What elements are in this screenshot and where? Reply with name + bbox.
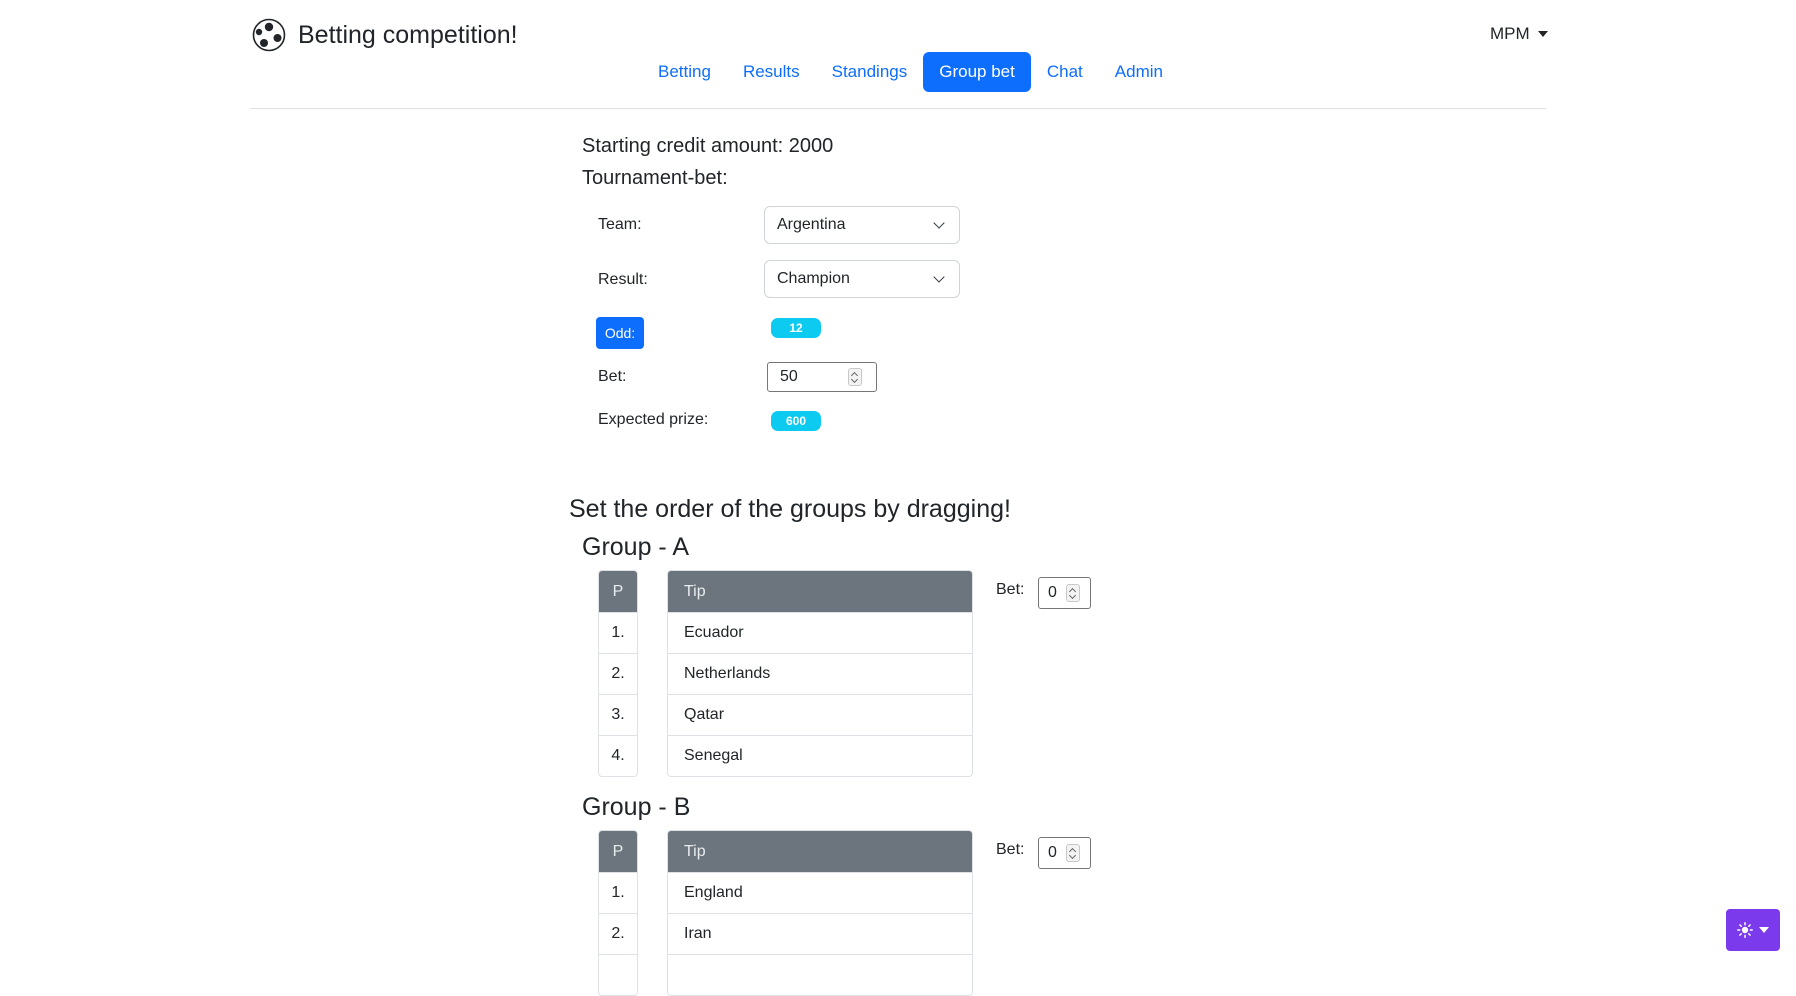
group-b-title: Group - B [582, 793, 691, 821]
team-select-value: Argentina [777, 216, 846, 233]
draggable-team-row[interactable]: Senegal [668, 735, 972, 776]
nav-standings[interactable]: Standings [816, 52, 924, 92]
tournament-bet-value: 50 [780, 368, 798, 385]
group-b-bet-input[interactable]: 0 [1038, 837, 1091, 869]
user-name: MPM [1490, 24, 1530, 43]
header-divider [250, 108, 1546, 109]
draggable-team-row[interactable]: England [668, 872, 972, 913]
group-a-bet-input[interactable]: 0 [1038, 577, 1091, 609]
app-title: Betting competition! [298, 20, 518, 49]
position-header: P [599, 831, 637, 872]
user-menu-dropdown[interactable]: MPM [1490, 24, 1548, 44]
nav-chat[interactable]: Chat [1031, 52, 1099, 92]
theme-toggle-button[interactable] [1726, 909, 1780, 951]
draggable-team-row[interactable]: Qatar [668, 694, 972, 735]
group-a-tip-table: Tip Ecuador Netherlands Qatar Senegal [667, 570, 973, 777]
brand[interactable]: Betting competition! [252, 18, 518, 52]
group-b-position-table: P 1. 2. [598, 830, 638, 996]
nav-betting[interactable]: Betting [642, 52, 727, 92]
soccer-ball-icon [252, 18, 286, 52]
result-label: Result: [598, 271, 648, 288]
draggable-team-row[interactable] [668, 954, 972, 995]
chevron-down-icon [933, 271, 945, 283]
spinner-icon[interactable] [1066, 584, 1080, 602]
team-select[interactable]: Argentina [764, 206, 960, 244]
expected-prize-label: Expected prize: [598, 411, 709, 428]
expected-prize-badge: 600 [771, 411, 821, 431]
position-cell: 3. [599, 694, 637, 735]
sun-icon [1737, 922, 1753, 938]
group-b-bet-label: Bet: [996, 841, 1025, 858]
position-cell: 2. [599, 913, 637, 954]
draggable-team-row[interactable]: Netherlands [668, 653, 972, 694]
result-select[interactable]: Champion [764, 260, 960, 298]
odd-badge: 12 [771, 318, 821, 338]
spinner-icon[interactable] [848, 368, 862, 386]
starting-credit: Starting credit amount: 2000 [582, 135, 834, 157]
odd-button[interactable]: Odd: [596, 317, 644, 349]
team-label: Team: [598, 216, 642, 233]
caret-down-icon [1537, 31, 1548, 37]
result-select-value: Champion [777, 270, 850, 287]
bet-label: Bet: [598, 368, 627, 385]
nav-group-bet[interactable]: Group bet [923, 52, 1031, 92]
group-b-tip-table: Tip England Iran [667, 830, 973, 996]
position-cell: 4. [599, 735, 637, 776]
position-header: P [599, 571, 637, 612]
caret-down-icon [1759, 927, 1769, 933]
position-cell [599, 954, 637, 995]
group-a-bet-value: 0 [1048, 584, 1057, 601]
tip-header: Tip [668, 831, 972, 872]
nav-results[interactable]: Results [727, 52, 816, 92]
draggable-team-row[interactable]: Ecuador [668, 612, 972, 653]
chevron-down-icon [933, 217, 945, 229]
group-a-bet-label: Bet: [996, 581, 1025, 598]
tournament-bet-heading: Tournament-bet: [582, 167, 728, 189]
groups-section-title: Set the order of the groups by dragging! [569, 495, 1011, 523]
position-cell: 1. [599, 612, 637, 653]
tournament-bet-input[interactable]: 50 [767, 362, 877, 392]
nav-admin[interactable]: Admin [1099, 52, 1179, 92]
group-a-title: Group - A [582, 533, 689, 561]
group-b-bet-value: 0 [1048, 844, 1057, 861]
tip-header: Tip [668, 571, 972, 612]
position-cell: 1. [599, 872, 637, 913]
group-a-position-table: P 1. 2. 3. 4. [598, 570, 638, 777]
spinner-icon[interactable] [1066, 844, 1080, 862]
draggable-team-row[interactable]: Iran [668, 913, 972, 954]
position-cell: 2. [599, 653, 637, 694]
main-nav: Betting Results Standings Group bet Chat… [642, 52, 1179, 92]
